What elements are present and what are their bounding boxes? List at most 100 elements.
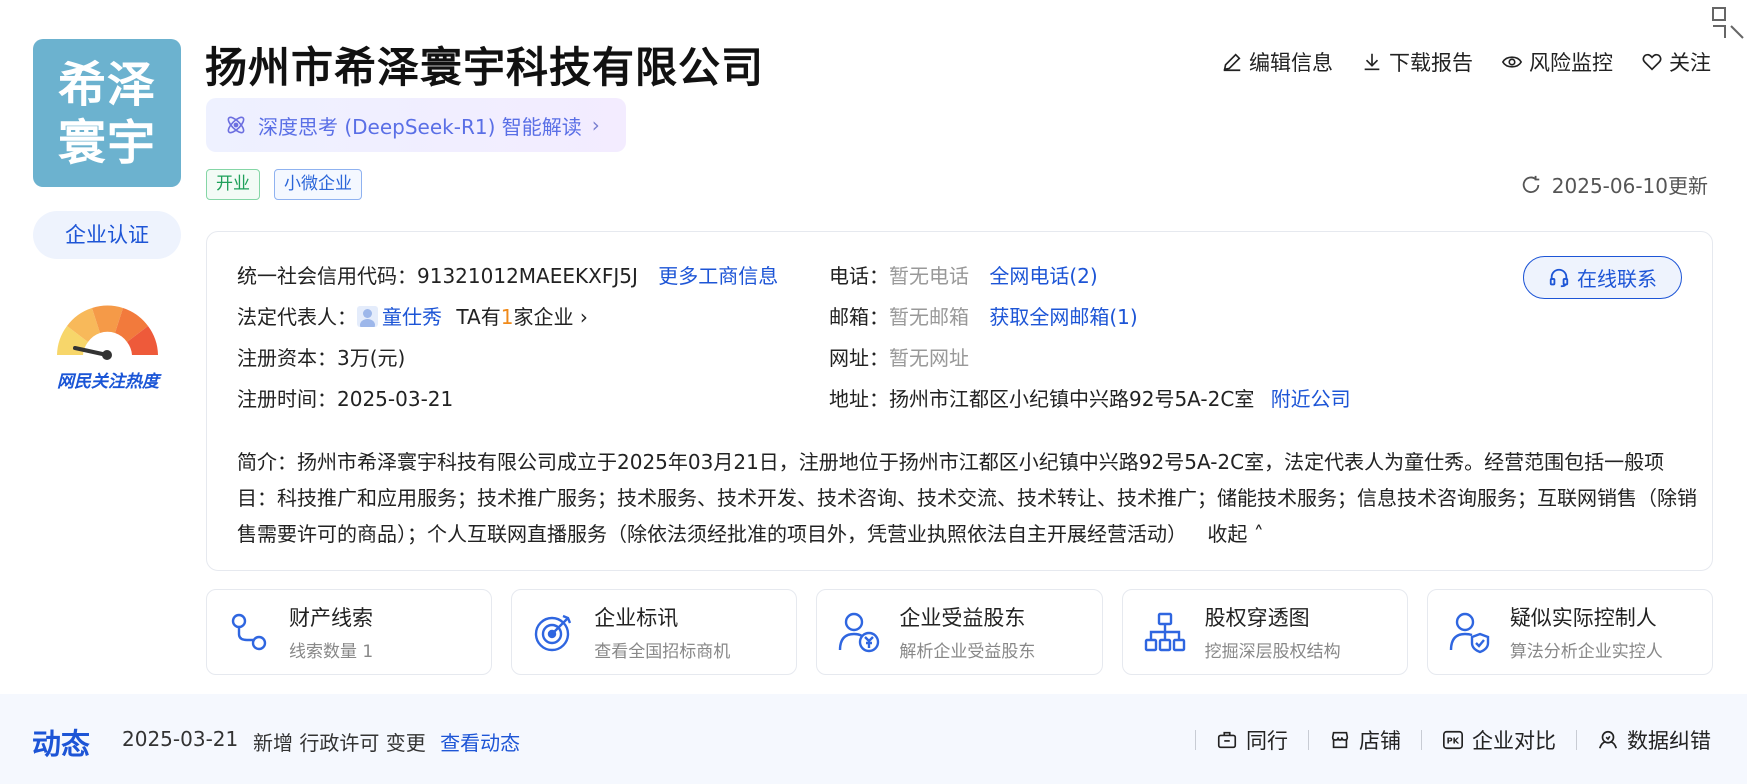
follow-label: 关注 [1669,51,1711,75]
update-time-label: 2025-06-10更新 [1551,174,1708,198]
dynamics-text: 新增 行政许可 变更 [253,731,426,755]
card-property-clues[interactable]: 财产线索 线索数量 1 [206,589,493,675]
risk-monitor-label: 风险监控 [1529,51,1613,75]
shop-button[interactable]: 店铺 [1329,725,1401,755]
org-chart-icon [1144,612,1185,652]
eye-icon [1501,56,1523,68]
dynamics-title: 动态 [32,727,91,761]
card-beneficial-owners[interactable]: 企业受益股东 解析企业受益股东 [816,589,1103,675]
ta-prefix: TA有 [456,305,501,329]
company-intro: 简介：扬州市希泽寰宇科技有限公司成立于2025年03月21日，注册地位于扬州市江… [237,444,1697,552]
view-dynamics-link[interactable]: 查看动态 [440,731,520,755]
collapse-label: 收起 [1207,522,1248,546]
capital-label: 注册资本： [237,346,337,370]
dynamics-bar: 动态 2025-03-21 新增 行政许可 变更 查看动态 同行 店铺 PK 企… [0,694,1747,784]
user-yen-icon [839,612,880,653]
heat-label[interactable]: 网民关注热度 [44,367,172,392]
briefcase-icon [1217,731,1237,749]
intro-text: 简介：扬州市希泽寰宇科技有限公司成立于2025年03月21日，注册地位于扬州市江… [237,450,1697,546]
address-label: 地址： [829,387,889,411]
divider [1308,730,1309,750]
card-title: 疑似实际控制人 [1509,606,1657,630]
shop-icon [1331,731,1349,749]
credit-code-value: 91321012MAEEKXFJ5J [417,264,638,288]
qr-corner-icon[interactable] [1711,6,1745,40]
card-equity-penetration[interactable]: 股权穿透图 挖掘深层股权结构 [1121,589,1408,675]
divider [1195,730,1196,750]
follow-button[interactable]: 关注 [1641,47,1711,77]
pencil-icon [1223,53,1241,72]
feature-cards: 财产线索 线索数量 1 企业标讯 查看全国招标商机 企业受益股东 解析企业受益股… [206,589,1714,675]
compare-button[interactable]: PK 企业对比 [1442,725,1556,755]
edit-info-label: 编辑信息 [1249,51,1333,75]
card-actual-controller[interactable]: 疑似实际控制人 算法分析企业实控人 [1426,589,1714,675]
phone-value: 暂无电话 [889,264,969,288]
refresh-icon [1522,175,1540,193]
status-tag-open: 开业 [206,169,260,200]
reg-time-label: 注册时间： [237,387,337,411]
ai-interpret-label: 深度思考 (DeepSeek-R1) 智能解读 [258,114,582,139]
divider [1421,730,1422,750]
risk-monitor-button[interactable]: 风险监控 [1501,47,1613,77]
card-title: 企业标讯 [594,606,679,630]
update-time[interactable]: 2025-06-10更新 [1520,170,1708,199]
company-name: 扬州市希泽寰宇科技有限公司 [205,43,765,92]
website-value: 暂无网址 [889,346,969,370]
card-subtitle: 解析企业受益股东 [899,642,1036,662]
website-label: 网址： [829,346,889,370]
data-correction-button[interactable]: 数据纠错 [1597,725,1711,755]
target-icon [535,614,572,652]
download-report-button[interactable]: 下载报告 [1361,47,1473,77]
email-label: 邮箱： [829,305,889,329]
logo-line-1: 希泽 [57,57,156,113]
credit-code-label: 统一社会信用代码： [237,264,417,288]
email-value: 暂无邮箱 [889,305,969,329]
headset-icon [1549,268,1569,287]
edit-info-button[interactable]: 编辑信息 [1221,47,1333,77]
legal-rep-row: 法定代表人： 童仕秀 TA有1家企业 › [237,301,588,330]
legal-rep-label: 法定代表人： [237,305,357,329]
credit-code-row: 统一社会信用代码：91321012MAEEKXFJ5J 更多工商信息 [237,260,778,289]
chevron-right-icon: › [591,113,600,137]
divider [1576,730,1577,750]
all-emails-link[interactable]: 获取全网邮箱(1) [989,305,1137,329]
ta-suffix: 家企业 [513,305,574,329]
info-panel: 统一社会信用代码：91321012MAEEKXFJ5J 更多工商信息 法定代表人… [206,231,1713,571]
peer-button[interactable]: 同行 [1216,725,1288,755]
all-phones-link[interactable]: 全网电话(2) [989,264,1097,288]
card-bidding-info[interactable]: 企业标讯 查看全国招标商机 [511,589,798,675]
atom-icon [227,116,245,134]
person-avatar-icon [357,306,378,327]
online-contact-button[interactable]: 在线联系 [1523,256,1682,299]
card-title: 股权穿透图 [1204,606,1310,630]
online-contact-label: 在线联系 [1577,267,1657,291]
logo-line-2: 寰宇 [57,115,156,171]
capital-row: 注册资本：3万(元) [237,342,405,371]
peer-label: 同行 [1246,729,1288,753]
address-row: 地址：扬州市江都区小纪镇中兴路92号5A-2C室 附近公司 [829,383,1351,412]
nearby-companies-link[interactable]: 附近公司 [1271,387,1351,411]
card-title: 企业受益股东 [899,606,1026,630]
reg-time-value: 2025-03-21 [337,387,454,411]
legal-rep-name-link[interactable]: 童仕秀 [382,305,442,329]
reg-time-row: 注册时间：2025-03-21 [237,383,453,412]
correction-icon [1598,730,1618,749]
svg-text:PK: PK [1447,736,1460,746]
shop-label: 店铺 [1359,729,1401,753]
card-subtitle: 查看全国招标商机 [594,642,731,662]
status-tag-small: 小微企业 [274,169,362,200]
nodes-link-icon [231,613,267,651]
dynamics-date: 2025-03-21 [122,727,239,751]
card-subtitle: 算法分析企业实控人 [1509,642,1663,662]
heart-icon [1642,53,1662,71]
header-actions: 编辑信息 下载报告 风险监控 关注 [1221,47,1711,77]
certification-button[interactable]: 企业认证 [33,211,181,259]
card-subtitle: 线索数量 1 [289,642,374,662]
card-title: 财产线索 [289,606,373,630]
dynamics-summary: 新增 行政许可 变更 查看动态 [253,727,520,756]
collapse-button[interactable]: 收起 ˄ [1207,522,1263,546]
legal-rep-companies-link[interactable]: TA有1家企业 › [456,305,587,329]
chevron-up-icon: ˄ [1253,522,1264,546]
ai-interpret-button[interactable]: 深度思考 (DeepSeek-R1) 智能解读 › [206,98,626,152]
more-business-info-link[interactable]: 更多工商信息 [658,264,778,288]
